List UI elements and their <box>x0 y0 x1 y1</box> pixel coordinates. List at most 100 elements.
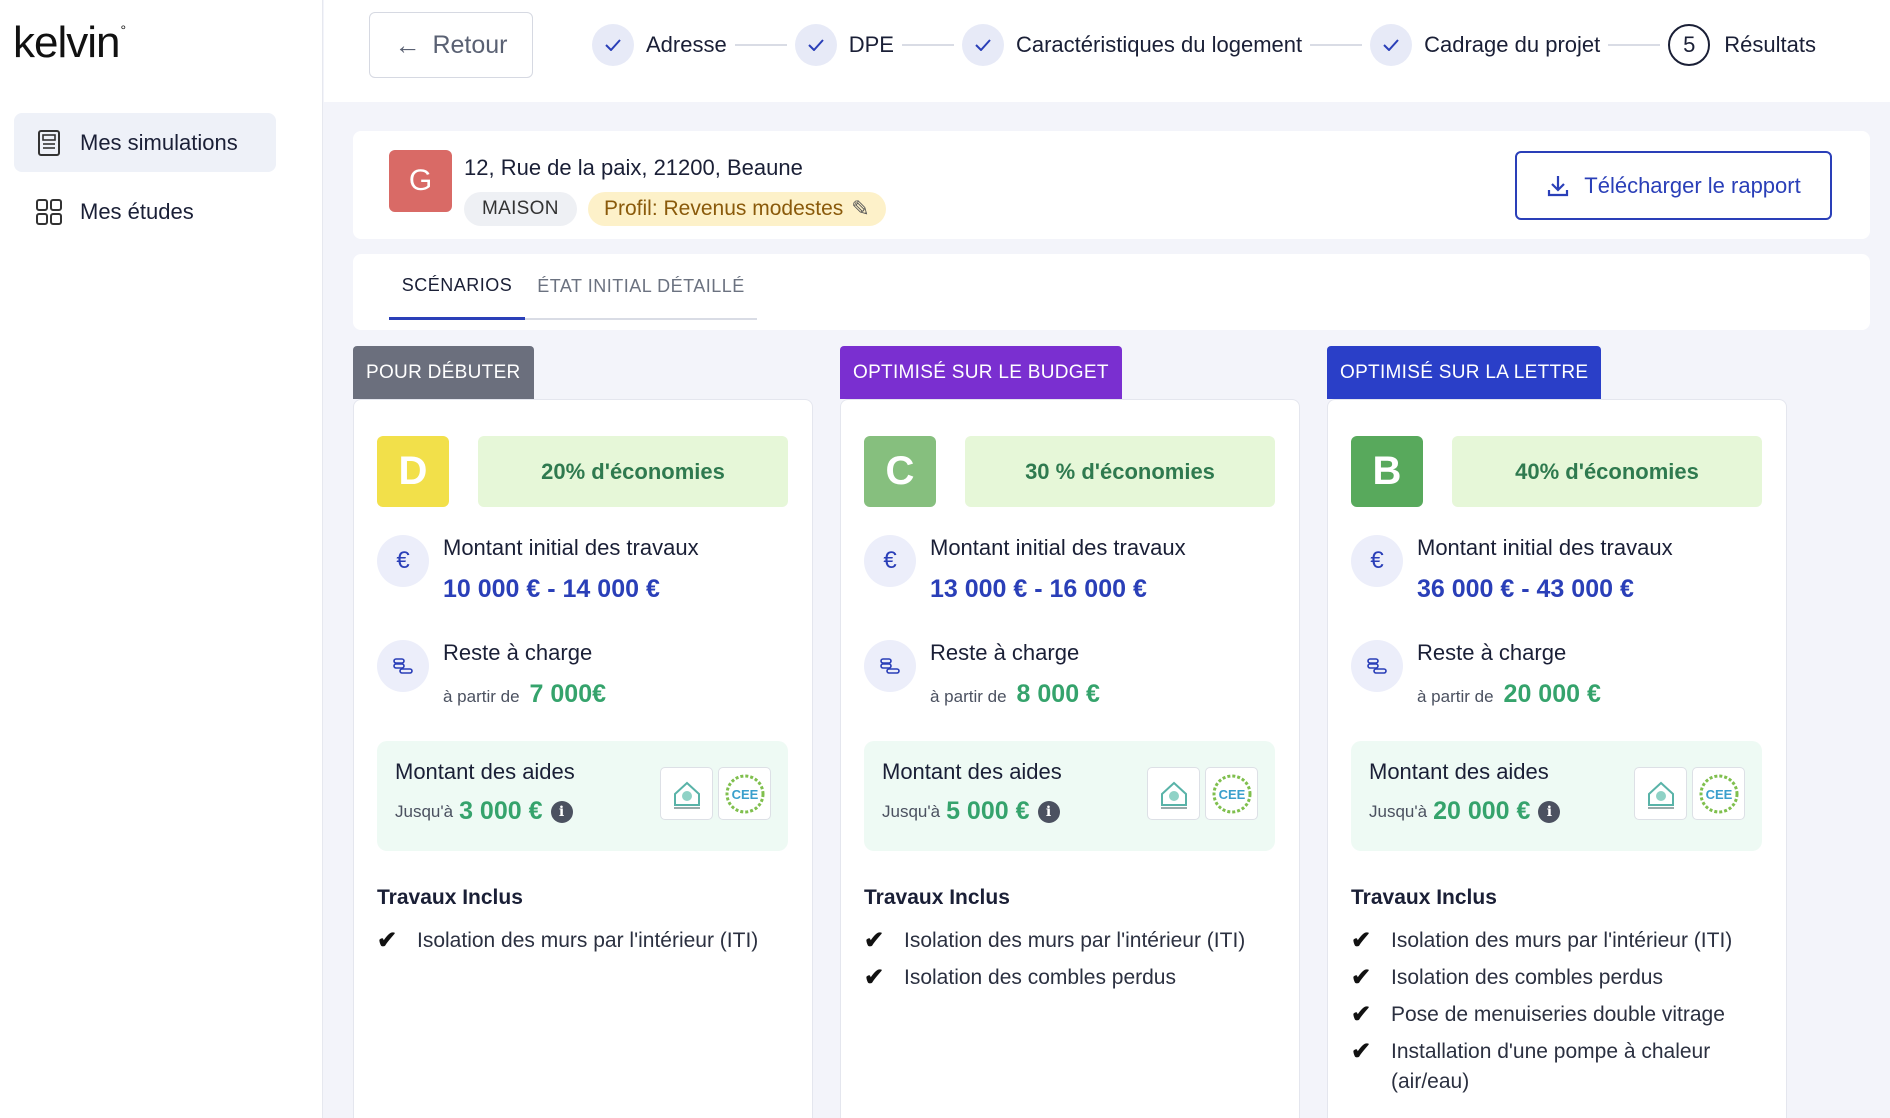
aids-value: 3 000 € <box>459 797 543 825</box>
grid-icon <box>36 198 62 225</box>
aids-value: 20 000 € <box>1433 797 1531 825</box>
scenario-tag: OPTIMISÉ SUR LE BUDGET <box>840 346 1122 399</box>
info-icon[interactable]: i <box>550 800 573 823</box>
remaining-label: Reste à charge <box>1417 640 1567 665</box>
up-to-label: Jusqu'à <box>395 801 454 821</box>
list-item: ✔ Isolation des combles perdus <box>864 963 1284 993</box>
step-label: Résultats <box>1724 32 1816 57</box>
step-number: 5 <box>1668 24 1711 66</box>
property-address: 12, Rue de la paix, 21200, Beaune <box>464 155 803 180</box>
works-list: ✔ Isolation des murs par l'intérieur (ITI… <box>864 926 1284 1000</box>
check-icon <box>961 24 1004 66</box>
svg-text:CEE: CEE <box>1218 787 1245 802</box>
sidebar-item-label: Mes études <box>80 198 194 224</box>
step-label: Caractéristiques du logement <box>1015 32 1303 57</box>
remaining-row: à partir de 8 000 € <box>930 680 1100 709</box>
remaining-value: 8 000 € <box>1016 680 1100 708</box>
aids-row: Jusqu'à 3 000 € i <box>395 797 573 826</box>
remaining-row: à partir de 20 000 € <box>1417 680 1601 709</box>
list-item: ✔ Installation d'une pompe à chaleur (air… <box>1351 1037 1771 1097</box>
tab-etat-initial[interactable]: ÉTAT INITIAL DÉTAILLÉ <box>525 254 757 320</box>
list-item: ✔ Isolation des murs par l'intérieur (ITI… <box>1351 926 1771 956</box>
from-label: à partir de <box>443 687 520 706</box>
aids-label: Montant des aides <box>1369 759 1549 784</box>
work-label: Isolation des murs par l'intérieur (ITI) <box>417 929 759 952</box>
download-icon <box>1546 174 1570 198</box>
grade-badge: D <box>377 436 449 507</box>
work-label: Pose de menuiseries double vitrage <box>1391 1003 1725 1026</box>
tab-scenarios[interactable]: SCÉNARIOS <box>389 254 525 320</box>
aids-value: 5 000 € <box>946 797 1030 825</box>
aids-row: Jusqu'à 20 000 € i <box>1369 797 1561 826</box>
step-connector <box>734 44 787 46</box>
euro-icon: € <box>377 535 429 587</box>
profile-label: Profil: Revenus modestes <box>604 197 844 220</box>
aids-label: Montant des aides <box>882 759 1062 784</box>
initial-cost-value: 36 000 € - 43 000 € <box>1417 575 1634 603</box>
works-title: Travaux Inclus <box>1351 886 1497 909</box>
check-icon <box>592 24 634 66</box>
step-connector <box>901 44 954 46</box>
list-item: ✔ Isolation des murs par l'intérieur (ITI… <box>864 926 1284 956</box>
download-report-button[interactable]: Télécharger le rapport <box>1515 151 1832 220</box>
check-icon <box>1370 24 1413 66</box>
grade-badge: B <box>1351 436 1423 507</box>
initial-cost-value: 13 000 € - 16 000 € <box>930 575 1147 603</box>
check-icon: ✔ <box>1351 1038 1372 1065</box>
back-button-label: Retour <box>432 30 508 59</box>
scenario-tag: OPTIMISÉ SUR LA LETTRE <box>1327 346 1602 399</box>
arrow-left-icon: ← <box>394 29 421 60</box>
cee-logo: CEE <box>1205 767 1258 820</box>
pencil-icon[interactable]: ✎ <box>851 196 869 222</box>
document-icon <box>36 129 62 156</box>
remaining-value: 7 000€ <box>529 680 607 708</box>
remaining-value: 20 000 € <box>1503 680 1601 708</box>
step-connector <box>1608 44 1661 46</box>
maprimerenov-logo <box>660 767 713 820</box>
work-label: Isolation des combles perdus <box>904 966 1176 989</box>
coins-icon <box>377 640 429 692</box>
check-icon: ✔ <box>1351 964 1372 991</box>
from-label: à partir de <box>1417 687 1494 706</box>
info-icon[interactable]: i <box>1538 800 1561 823</box>
check-icon: ✔ <box>864 964 885 991</box>
kelvin-logo[interactable]: kelvin° <box>13 18 126 68</box>
up-to-label: Jusqu'à <box>1369 801 1428 821</box>
up-to-label: Jusqu'à <box>882 801 941 821</box>
aids-box: Montant des aides Jusqu'à 20 000 € i CEE <box>1351 741 1762 851</box>
sidebar-item-simulations[interactable]: Mes simulations <box>14 113 276 172</box>
svg-text:CEE: CEE <box>731 787 758 802</box>
profile-chip[interactable]: Profil: Revenus modestes ✎ <box>588 192 886 226</box>
maprimerenov-logo <box>1634 767 1687 820</box>
step-label: Adresse <box>646 32 727 57</box>
savings-badge: 20% d'économies <box>478 436 788 507</box>
list-item: ✔ Pose de menuiseries double vitrage <box>1351 1000 1771 1030</box>
step-dpe[interactable]: DPE <box>794 24 894 66</box>
property-card: G 12, Rue de la paix, 21200, Beaune MAIS… <box>353 131 1870 239</box>
back-button[interactable]: ← Retour <box>369 12 533 78</box>
sidebar-item-etudes[interactable]: Mes études <box>14 182 276 241</box>
aids-box: Montant des aides Jusqu'à 3 000 € i CEE <box>377 741 788 851</box>
check-icon <box>794 24 837 66</box>
stepper: Adresse DPE Caractéristiques du logement… <box>592 22 1816 68</box>
info-icon[interactable]: i <box>1037 800 1060 823</box>
coins-icon <box>864 640 916 692</box>
scenario-card[interactable]: D 20% d'économies € Montant initial des … <box>353 399 813 1118</box>
list-item: ✔ Isolation des combles perdus <box>1351 963 1771 993</box>
cee-logo: CEE <box>1692 767 1745 820</box>
scenario-card[interactable]: B 40% d'économies € Montant initial des … <box>1327 399 1787 1118</box>
check-icon: ✔ <box>377 927 398 954</box>
top-bar: ← Retour Adresse DPE Caractéristiques du… <box>324 0 1890 102</box>
step-resultats[interactable]: 5 Résultats <box>1668 24 1816 66</box>
check-icon: ✔ <box>1351 927 1372 954</box>
initial-cost-label: Montant initial des travaux <box>443 535 699 560</box>
initial-cost-label: Montant initial des travaux <box>1417 535 1673 560</box>
check-icon: ✔ <box>864 927 885 954</box>
step-caracteristiques[interactable]: Caractéristiques du logement <box>961 24 1303 66</box>
scenario-tag: POUR DÉBUTER <box>353 346 534 399</box>
step-adresse[interactable]: Adresse <box>592 24 727 66</box>
scenario-card[interactable]: C 30 % d'économies € Montant initial des… <box>840 399 1300 1118</box>
step-cadrage[interactable]: Cadrage du projet <box>1370 24 1600 66</box>
euro-icon: € <box>864 535 916 587</box>
sidebar-item-label: Mes simulations <box>80 129 238 155</box>
